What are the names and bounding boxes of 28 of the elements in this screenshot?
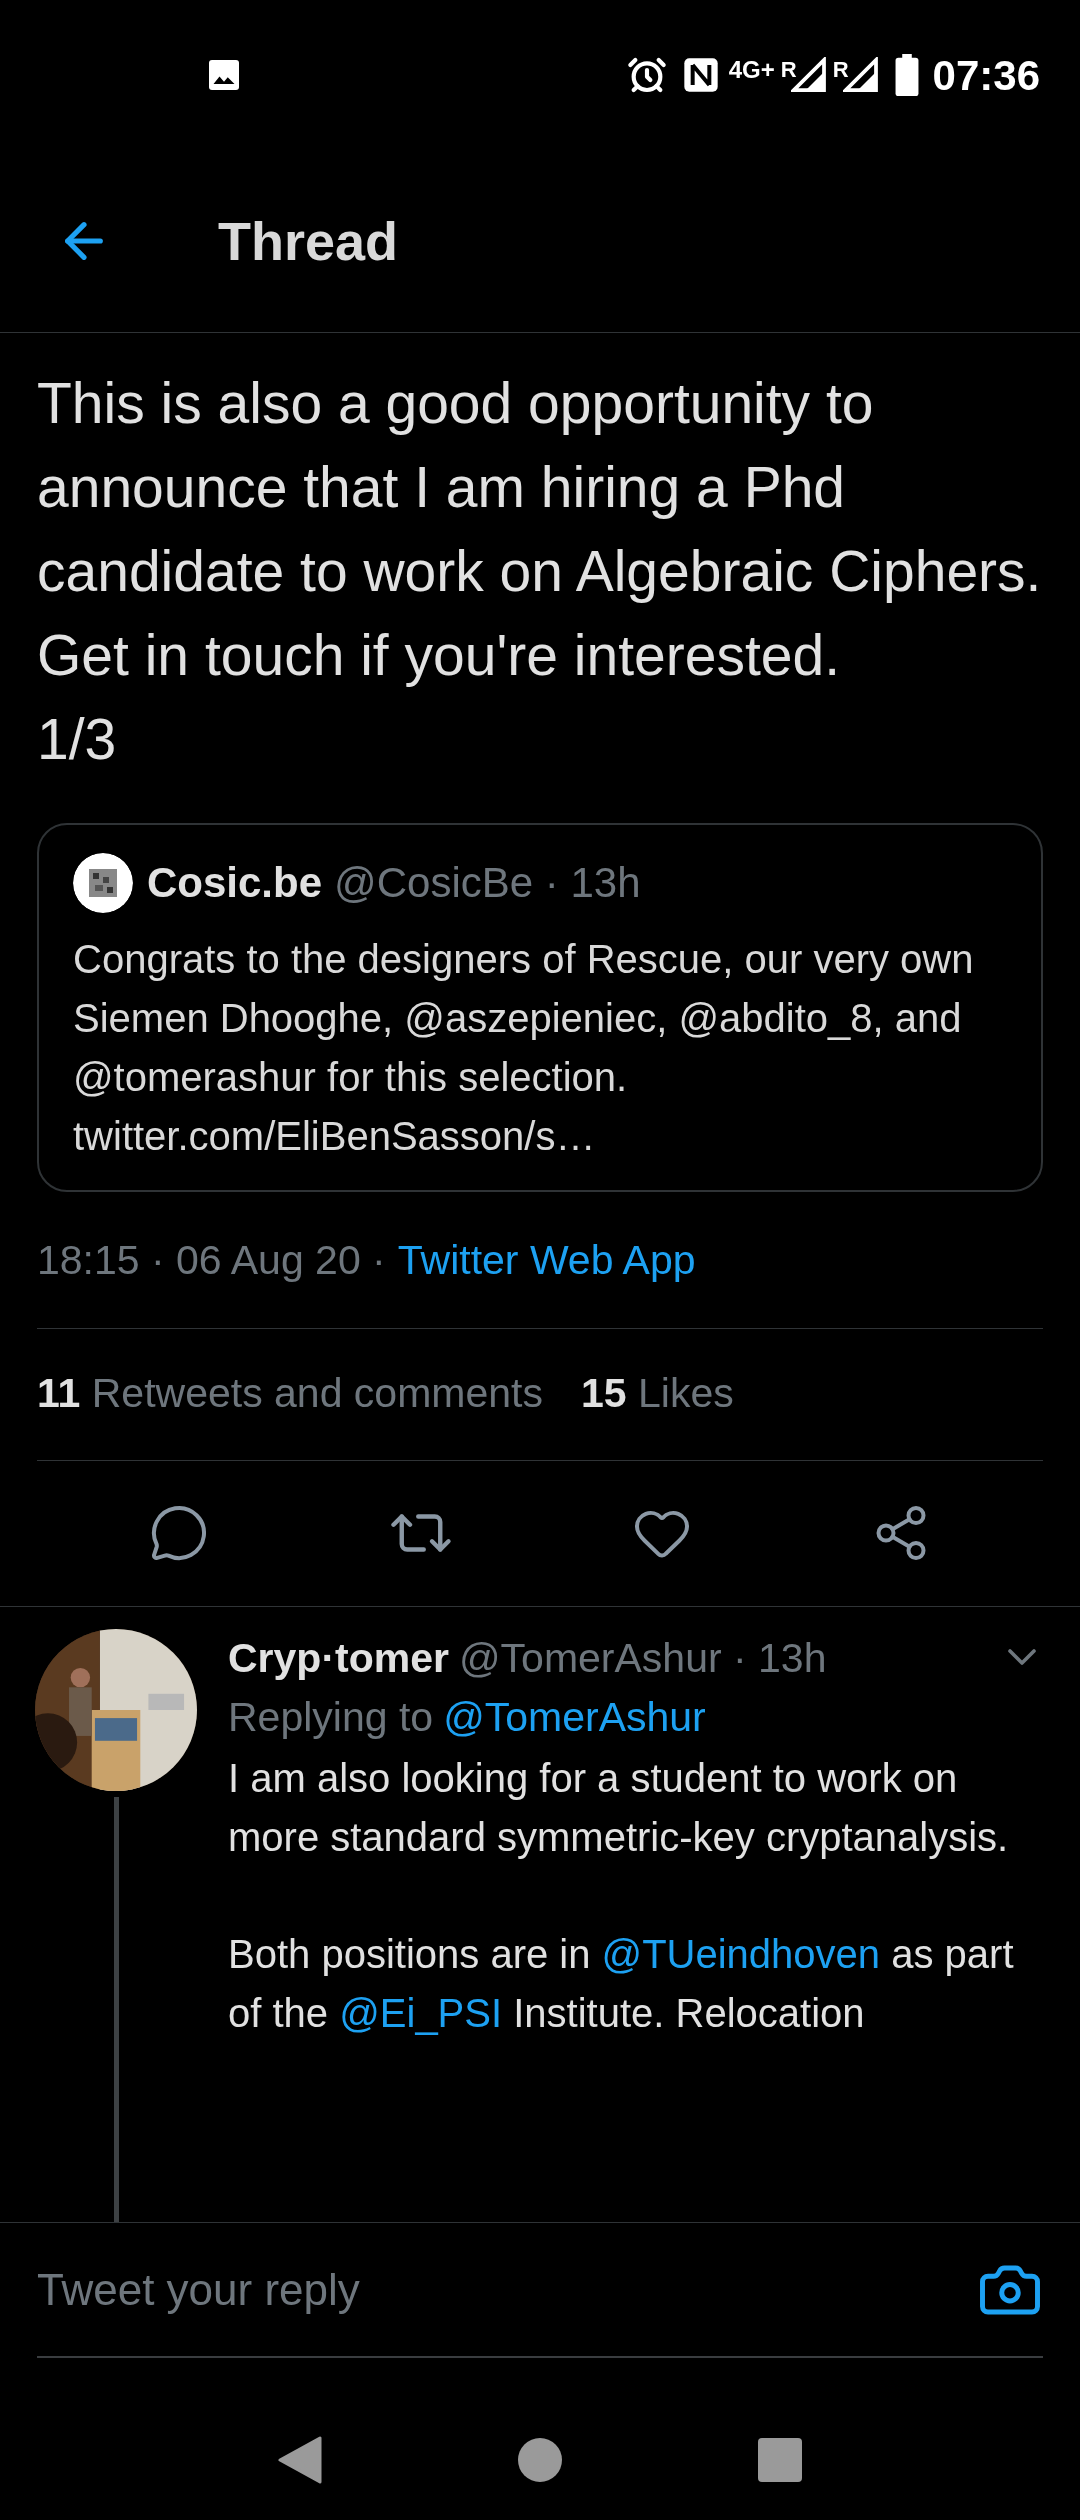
mention-link[interactable]: @TUeindhoven (601, 1931, 881, 1976)
reply-input[interactable]: Tweet your reply (37, 2256, 977, 2323)
source-link[interactable]: Twitter Web App (397, 1230, 696, 1292)
tweet-text: This is also a good opportunity to announce that I am hiring a Phd candidate to work on Algebraic Ciphers. Get in touch if you're interested. 1/3 (37, 370, 1043, 773)
clock-time: 07:36 (932, 50, 1040, 101)
image-icon (206, 57, 242, 93)
alarm-icon (626, 55, 667, 95)
tweet-timestamp: 18:15 · 06 Aug 20 · (37, 1236, 386, 1285)
home-nav-icon[interactable] (518, 2438, 562, 2482)
quoted-tweet-card[interactable]: Cosic.be @CosicBe · 13h Congrats to the designers of Rescue, our very own Siemen Dhooghe, @aszepieniec, @abdito_8, and @tomerashur for this selection. twitter.com/EliBenSasson/s… (37, 823, 1043, 1192)
replying-to-label: Replying to (228, 1693, 434, 1740)
roaming-label: R (780, 56, 797, 84)
tweet-stat[interactable]: 15 Likes (580, 1363, 734, 1425)
mention-link[interactable]: @TomerAshur (443, 1693, 706, 1740)
quoted-tweet-text: Congrats to the designers of Rescue, our very own Siemen Dhooghe, @aszepieniec, @abdito_8, and @tomerashur for this selection. twitter.com/EliBenSasson/s… (73, 936, 975, 1160)
page-title: Thread (218, 209, 399, 273)
reply-text: I am also looking for a student to work on more standard symmetric-key cryptanalysis. (228, 1754, 1010, 1861)
tweet-stat[interactable]: 11 Retweets and comments (37, 1363, 543, 1425)
reply-author-meta: @TomerAshur · 13h (459, 1634, 827, 1681)
reply-author-name: Cryp·tomer (228, 1634, 449, 1681)
mention-link[interactable]: @Ei_PSI (339, 1990, 503, 2035)
quoted-author-name: Cosic.be (147, 858, 323, 908)
roaming-label: R (832, 56, 849, 84)
quoted-author-meta: @CosicBe · 13h (334, 858, 641, 908)
battery-icon (894, 54, 919, 96)
back-nav-icon[interactable] (278, 2436, 322, 2484)
reply-text: Both positions are in @TUeindhoven as part of the @Ei_PSI Institute. Relocation (228, 1930, 1015, 2037)
network-type: 4G+ (728, 55, 775, 85)
